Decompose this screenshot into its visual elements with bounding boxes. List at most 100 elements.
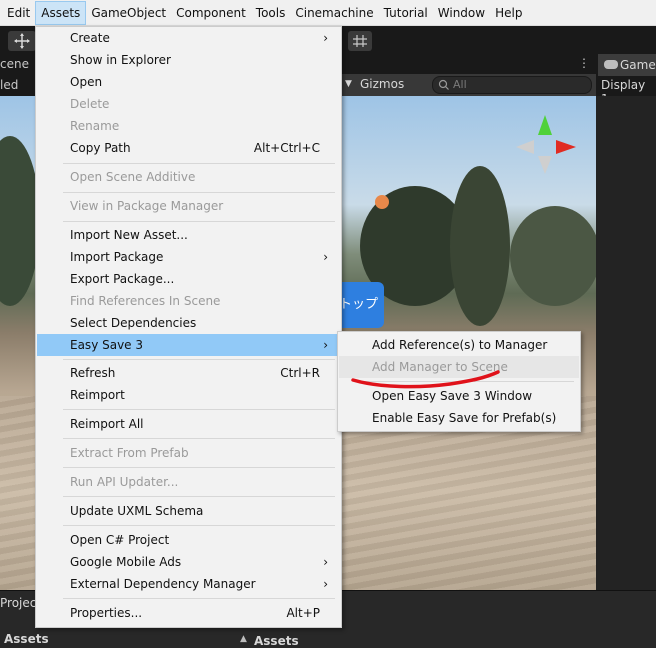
scene-object-icon[interactable]: [375, 195, 389, 209]
gizmo-x-axis-icon[interactable]: [556, 140, 576, 154]
menu-component[interactable]: Component: [171, 1, 251, 25]
menu-item-label: Open C# Project: [70, 533, 170, 547]
gizmos-button[interactable]: Gizmos: [360, 77, 404, 91]
menu-item-label: External Dependency Manager: [70, 577, 256, 591]
game-view: [596, 96, 656, 590]
menu-item-label: Delete: [70, 97, 110, 111]
assets-breadcrumb[interactable]: Assets: [254, 634, 299, 648]
menu-gameobject[interactable]: GameObject: [86, 1, 171, 25]
submenu-arrow-icon: ›: [323, 577, 328, 591]
menu-item-label: Find References In Scene: [70, 294, 221, 308]
menu-item-label: Enable Easy Save for Prefab(s): [372, 411, 557, 425]
submenu-arrow-icon: ›: [323, 250, 328, 264]
submenu-arrow-icon: ›: [323, 31, 328, 45]
menu-separator: [63, 467, 335, 468]
menu-item-copy-path[interactable]: Copy Path Alt+Ctrl+C: [37, 137, 340, 159]
move-tool-button[interactable]: [8, 31, 36, 51]
shortcut-label: Alt+Ctrl+C: [253, 141, 320, 155]
menu-item-label: View in Package Manager: [70, 199, 224, 213]
menu-item-update-uxml-schema[interactable]: Update UXML Schema: [37, 500, 340, 522]
menu-item-open[interactable]: Open: [37, 71, 340, 93]
submenu-arrow-icon: ›: [323, 338, 328, 352]
shortcut-label: Alt+P: [286, 606, 320, 620]
menu-item-label: Rename: [70, 119, 120, 133]
menu-separator: [63, 525, 335, 526]
menu-item-view-in-package-manager: View in Package Manager: [37, 195, 340, 217]
menu-item-reimport-all[interactable]: Reimport All: [37, 413, 340, 435]
shortcut-label: Ctrl+R: [280, 366, 320, 380]
menu-item-find-references: Find References In Scene: [37, 290, 340, 312]
menu-item-label: Import Package: [70, 250, 164, 264]
menu-window[interactable]: Window: [433, 1, 490, 25]
menu-item-label: Reimport All: [70, 417, 144, 431]
gizmo-neg-x-axis-icon[interactable]: [516, 140, 534, 154]
menu-item-label: Create: [70, 31, 110, 45]
menu-item-label: Run API Updater...: [70, 475, 179, 489]
menu-item-reimport[interactable]: Reimport: [37, 384, 340, 406]
menu-item-label: Reimport: [70, 388, 125, 402]
menu-item-extract-from-prefab: Extract From Prefab: [37, 442, 340, 464]
menu-item-label: Copy Path: [70, 141, 131, 155]
menu-item-label: Easy Save 3: [70, 338, 144, 352]
menu-item-create[interactable]: Create ›: [37, 27, 340, 49]
menu-separator: [63, 192, 335, 193]
menu-item-select-dependencies[interactable]: Select Dependencies: [37, 312, 340, 334]
menu-cinemachine[interactable]: Cinemachine: [290, 1, 378, 25]
menu-separator: [63, 409, 335, 410]
menu-bar: Edit Assets GameObject Component Tools C…: [0, 0, 656, 26]
menu-item-rename: Rename: [37, 115, 340, 137]
menu-item-enable-easy-save-prefabs[interactable]: Enable Easy Save for Prefab(s): [339, 407, 579, 429]
menu-item-export-package[interactable]: Export Package...: [37, 268, 340, 290]
menu-separator: [63, 359, 335, 360]
annotation-underline: [351, 370, 500, 389]
grid-snap-icon: [353, 35, 367, 47]
menu-item-properties[interactable]: Properties... Alt+P: [37, 602, 340, 624]
gizmo-neg-y-axis-icon[interactable]: [538, 156, 552, 174]
menu-tutorial[interactable]: Tutorial: [379, 1, 433, 25]
menu-item-open-csharp-project[interactable]: Open C# Project: [37, 529, 340, 551]
scene-mode-label: led: [0, 78, 19, 92]
menu-separator: [63, 163, 335, 164]
gamepad-icon: [604, 60, 618, 69]
search-placeholder: All: [453, 78, 467, 91]
menu-item-label: Export Package...: [70, 272, 175, 286]
move-tool-icon: [14, 33, 30, 49]
more-options-icon[interactable]: ⋮: [578, 56, 590, 70]
menu-item-google-mobile-ads[interactable]: Google Mobile Ads ›: [37, 551, 340, 573]
menu-tools[interactable]: Tools: [251, 1, 291, 25]
menu-item-label: Select Dependencies: [70, 316, 197, 330]
gizmo-y-axis-icon[interactable]: [538, 115, 552, 135]
game-tab-label: Game: [620, 58, 656, 72]
menu-item-label: Properties...: [70, 606, 143, 620]
assets-folder-label[interactable]: Assets: [4, 632, 49, 646]
menu-help[interactable]: Help: [490, 1, 527, 25]
expand-arrow-icon[interactable]: ▲: [240, 634, 247, 644]
menu-item-run-api-updater: Run API Updater...: [37, 471, 340, 493]
search-icon: [438, 79, 449, 90]
menu-assets[interactable]: Assets: [35, 0, 87, 25]
submenu-arrow-icon: ›: [323, 555, 328, 569]
grid-snap-button[interactable]: [348, 31, 372, 51]
tree: [0, 136, 40, 306]
menu-item-delete: Delete: [37, 93, 340, 115]
menu-item-label: Update UXML Schema: [70, 504, 204, 518]
menu-item-easy-save-3[interactable]: Easy Save 3 ›: [37, 334, 340, 356]
dropdown-arrow-icon[interactable]: ▼: [345, 79, 352, 89]
menu-separator: [63, 438, 335, 439]
menu-item-show-in-explorer[interactable]: Show in Explorer: [37, 49, 340, 71]
menu-edit[interactable]: Edit: [0, 1, 35, 25]
scene-tab[interactable]: cene: [0, 57, 29, 71]
menu-item-refresh[interactable]: Refresh Ctrl+R: [37, 362, 340, 384]
menu-item-label: Google Mobile Ads: [70, 555, 182, 569]
menu-item-add-references[interactable]: Add Reference(s) to Manager: [339, 334, 579, 356]
menu-item-label: Open Scene Additive: [70, 170, 196, 184]
assets-menu: Create › Show in Explorer Open Delete Ren…: [35, 26, 342, 628]
menu-item-import-package[interactable]: Import Package ›: [37, 246, 340, 268]
menu-item-label: Open: [70, 75, 103, 89]
menu-separator: [63, 221, 335, 222]
tree: [450, 166, 510, 326]
scene-search-input[interactable]: All: [432, 76, 592, 94]
menu-item-external-dependency-manager[interactable]: External Dependency Manager ›: [37, 573, 340, 595]
menu-item-import-new-asset[interactable]: Import New Asset...: [37, 224, 340, 246]
menu-item-label: Refresh: [70, 366, 116, 380]
